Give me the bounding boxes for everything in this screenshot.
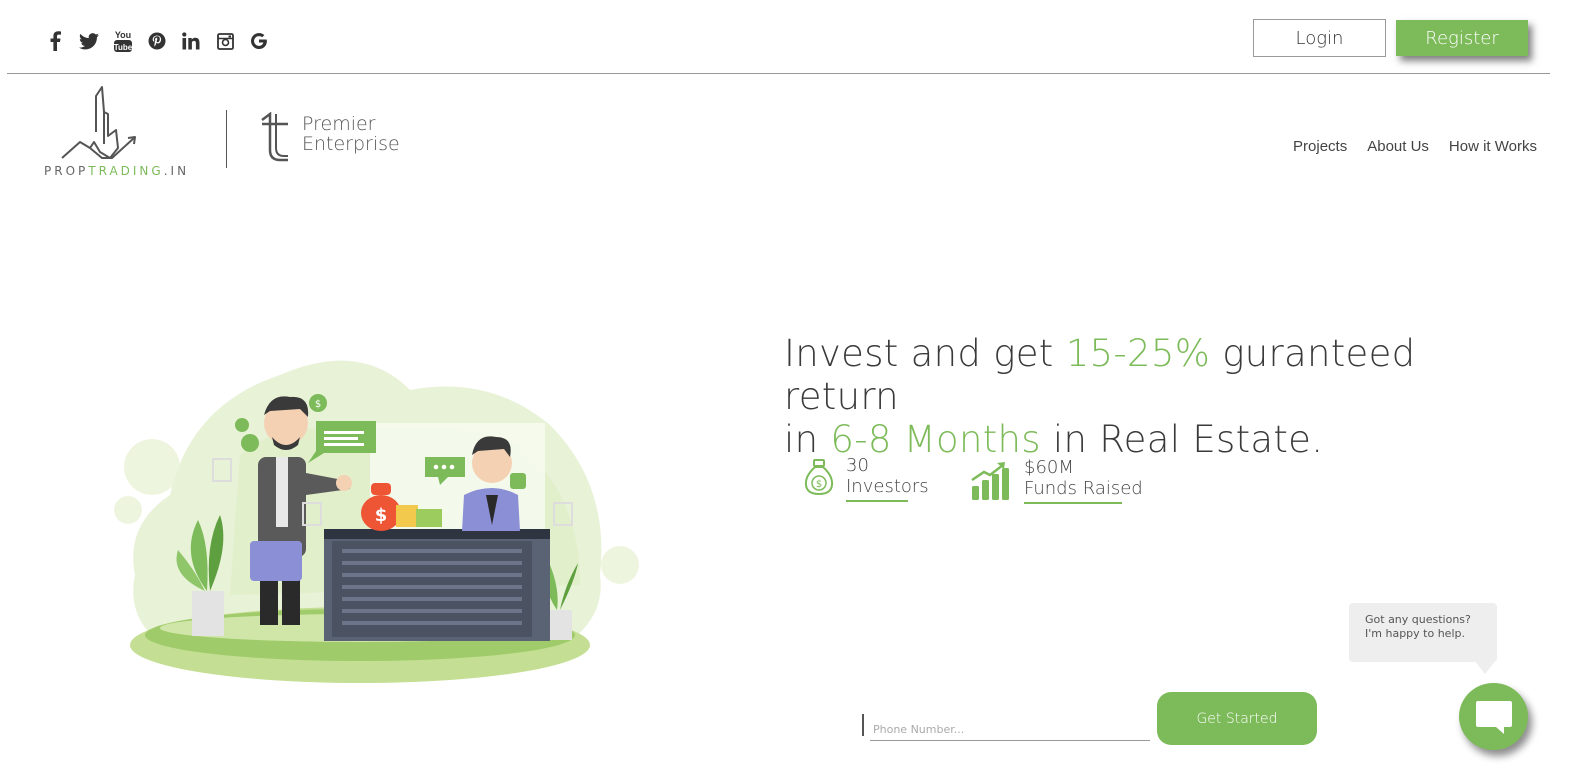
chat-line-2: I'm happy to help. [1365, 627, 1465, 640]
facebook-icon[interactable] [44, 28, 66, 54]
nav-item-about-us[interactable]: About Us [1367, 138, 1429, 155]
svg-text:You: You [115, 30, 131, 40]
chat-bubble-tail [1474, 660, 1496, 674]
stat-funds-label: Funds Raised [1024, 478, 1143, 499]
register-button[interactable]: Register [1396, 20, 1528, 56]
logo-divider [226, 110, 227, 168]
hero-line-1: Invest and get 15-25% guranteed return [784, 332, 1416, 418]
premier-enterprise-logo-icon[interactable] [258, 112, 298, 164]
proptrading-logo-text: PROPTRADING.IN [44, 164, 190, 178]
linkedin-icon[interactable] [180, 28, 202, 54]
chat-line-1: Got any questions? [1365, 613, 1471, 626]
nav-item-how-it-works[interactable]: How it Works [1449, 138, 1537, 155]
money-bag-icon: $ [804, 459, 834, 496]
partner-name-line1: Premier [302, 113, 376, 135]
chat-greeting-bubble[interactable]: Got any questions? I'm happy to help. [1349, 603, 1497, 662]
stat-investors: $ 30 Investors [804, 455, 929, 502]
youtube-icon[interactable]: You Tube [112, 28, 134, 54]
stat-investors-underline [846, 500, 908, 502]
phone-form [862, 712, 1152, 742]
twitter-icon[interactable] [78, 28, 100, 54]
hero-headline: Invest and get 15-25% guranteed return i… [784, 332, 1484, 461]
phone-input[interactable] [870, 712, 1150, 741]
stat-funds-underline [1024, 502, 1122, 504]
chat-launcher-button[interactable] [1459, 683, 1528, 750]
stat-investors-value: 30 [846, 455, 869, 476]
social-links: You Tube [44, 28, 282, 54]
get-started-button[interactable]: Get Started [1157, 692, 1317, 745]
stat-investors-label: Investors [846, 476, 929, 497]
header-divider [7, 73, 1550, 74]
nav-item-projects[interactable]: Projects [1293, 138, 1347, 155]
login-button[interactable]: Login [1253, 19, 1386, 57]
hero-return-range: 15-25% [1065, 332, 1211, 375]
stat-funds-value: $60M [1024, 457, 1074, 478]
instagram-icon[interactable] [214, 28, 236, 54]
main-nav: Projects About Us How it Works [1273, 138, 1537, 155]
svg-text:$: $ [816, 479, 822, 490]
pinterest-icon[interactable] [146, 28, 168, 54]
stat-funds: $60M Funds Raised [970, 457, 1143, 504]
svg-text:$: $ [315, 399, 321, 410]
top-bar: You Tube Login Register [0, 0, 1582, 74]
partner-name-line2: Enterprise [302, 133, 400, 155]
svg-text:Tube: Tube [114, 43, 133, 52]
growth-chart-icon [971, 462, 1009, 500]
chat-icon [1475, 700, 1512, 734]
google-icon[interactable] [248, 28, 270, 54]
investment-illustration: $ $ [114, 360, 639, 683]
partner-name: Premier Enterprise [302, 114, 400, 154]
svg-text:$: $ [375, 505, 388, 526]
text-cursor [862, 714, 864, 736]
